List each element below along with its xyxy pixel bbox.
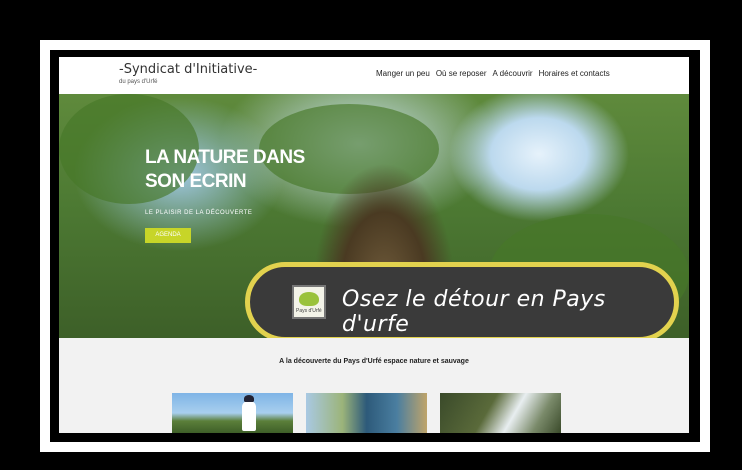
site-title[interactable]: -Syndicat d'Initiative- xyxy=(119,62,257,77)
intro-heading: A la découverte du Pays d'Urfé espace na… xyxy=(279,358,469,365)
hero-title-line1: LA NATURE DANS xyxy=(145,147,305,168)
logo-text: Pays d'Urfé xyxy=(296,308,322,314)
thumbnail-cycling[interactable] xyxy=(172,393,293,433)
thumbnail-waterfall[interactable] xyxy=(440,393,561,433)
main-navigation: Manger un peu Où se reposer A découvrir … xyxy=(376,69,610,78)
leaf-icon xyxy=(299,292,319,306)
cyclist-figure xyxy=(242,401,256,431)
website-screenshot: -Syndicat d'Initiative- du pays d'Urfé M… xyxy=(59,57,689,433)
slogan-text: Osez le détour en Pays d'urfe xyxy=(342,287,606,337)
slogan-banner: Pays d'Urfé Osez le détour en Pays d'urf… xyxy=(245,262,679,338)
nav-item-decouvrir[interactable]: A découvrir xyxy=(493,69,533,78)
hero-title: LA NATURE DANS SON ECRIN xyxy=(145,146,345,194)
helmet-shape xyxy=(244,395,254,402)
site-subtitle: du pays d'Urfé xyxy=(119,79,158,85)
content-section: A la découverte du Pays d'Urfé espace na… xyxy=(59,338,689,433)
agenda-button[interactable]: AGENDA xyxy=(145,228,191,243)
hero-subtitle: LE PLAISIR DE LA DÉCOUVERTE xyxy=(145,210,253,216)
nav-item-manger[interactable]: Manger un peu xyxy=(376,69,430,78)
nav-item-horaires[interactable]: Horaires et contacts xyxy=(539,69,610,78)
hero-title-line2: SON ECRIN xyxy=(145,171,247,192)
thumbnail-signboard[interactable] xyxy=(306,393,427,433)
hero-section: LA NATURE DANS SON ECRIN LE PLAISIR DE L… xyxy=(59,94,689,338)
site-header: -Syndicat d'Initiative- du pays d'Urfé M… xyxy=(59,57,689,94)
nav-item-reposer[interactable]: Où se reposer xyxy=(436,69,487,78)
pays-durfe-logo: Pays d'Urfé xyxy=(292,285,326,319)
